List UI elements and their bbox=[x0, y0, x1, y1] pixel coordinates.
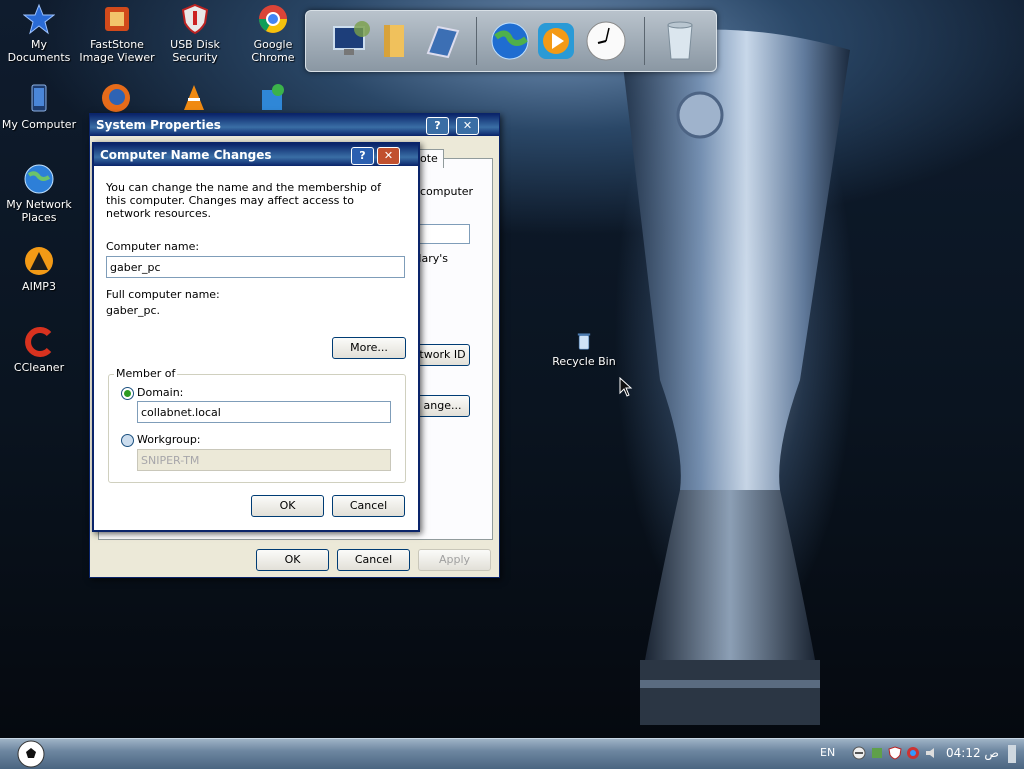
more-button[interactable]: More... bbox=[332, 337, 406, 359]
recycle-bin-icon bbox=[577, 333, 591, 350]
cancel-button[interactable]: Cancel bbox=[332, 495, 405, 517]
trophy-wallpaper-image bbox=[620, 29, 850, 725]
firefox-icon[interactable] bbox=[100, 82, 132, 114]
desktop-icon-label: USB Disk Security bbox=[170, 38, 220, 64]
desktop-icon-my-computer[interactable]: My Computer bbox=[0, 83, 78, 131]
desktop-icon-aimp3[interactable]: AIMP3 bbox=[0, 245, 78, 293]
globe-icon bbox=[24, 164, 54, 194]
computer-name-changes-dialog: Computer Name Changes ? ✕ You can change… bbox=[92, 142, 420, 532]
domain-input[interactable]: collabnet.local bbox=[137, 401, 391, 423]
desktop-icon-my-documents[interactable]: My Documents bbox=[0, 3, 78, 64]
ccleaner-icon bbox=[25, 327, 52, 357]
shield-icon bbox=[181, 3, 209, 35]
network-id-button[interactable]: twork ID bbox=[415, 344, 470, 366]
full-computer-name-label: Full computer name: bbox=[106, 288, 220, 301]
dialog-title: Computer Name Changes bbox=[100, 148, 272, 162]
desktop-icon-label: My Network Places bbox=[6, 198, 72, 224]
language-indicator[interactable]: EN bbox=[820, 746, 835, 759]
workgroup-radio[interactable] bbox=[121, 434, 134, 447]
media-player-icon[interactable] bbox=[534, 19, 578, 63]
cancel-button[interactable]: Cancel bbox=[337, 549, 410, 571]
full-computer-name-value: gaber_pc. bbox=[106, 304, 161, 317]
workgroup-input[interactable]: SNIPER-TM bbox=[137, 449, 391, 471]
member-of-label: Member of bbox=[114, 367, 178, 380]
desktop-icon-faststone[interactable]: FastStone Image Viewer bbox=[78, 3, 156, 64]
taskbar: EN 04:12 ص bbox=[0, 738, 1024, 769]
desktop-icon-usb-disk-security[interactable]: USB Disk Security bbox=[156, 3, 234, 64]
desktop-icon-google-chrome[interactable]: Google Chrome bbox=[234, 3, 312, 64]
description-fragment: computer bbox=[420, 185, 474, 198]
clock-time: 04:12 bbox=[946, 746, 981, 760]
domain-radio[interactable] bbox=[121, 387, 134, 400]
dialog-titlebar[interactable]: Computer Name Changes ? ✕ bbox=[94, 144, 418, 166]
desktop-icon-label: FastStone Image Viewer bbox=[79, 38, 155, 64]
trash-icon[interactable] bbox=[658, 19, 702, 63]
desktop-icon-label: My Documents bbox=[7, 38, 71, 64]
clock-icon[interactable] bbox=[584, 19, 628, 63]
window-title: System Properties bbox=[96, 118, 221, 132]
clock-suffix: ص bbox=[984, 746, 999, 760]
globe-icon[interactable] bbox=[488, 19, 532, 63]
vlc-icon[interactable] bbox=[178, 82, 210, 114]
volume-icon[interactable] bbox=[924, 746, 938, 760]
display-icon[interactable] bbox=[420, 19, 464, 63]
start-button-soccer-ball-icon[interactable] bbox=[16, 739, 46, 769]
dock-bar bbox=[305, 10, 717, 72]
dialog-description: You can change the name and the membersh… bbox=[106, 181, 381, 220]
domain-label: Domain: bbox=[137, 386, 184, 399]
computer-icon[interactable] bbox=[328, 19, 372, 63]
system-properties-titlebar[interactable]: System Properties ? ✕ bbox=[90, 114, 499, 136]
close-button[interactable]: ✕ bbox=[377, 147, 400, 165]
desktop-icon-recycle-bin[interactable]: Recycle Bin bbox=[545, 330, 623, 368]
desktop-icon-label: Recycle Bin bbox=[552, 355, 616, 368]
antivirus-tray-icon[interactable] bbox=[906, 746, 920, 760]
status-icon[interactable] bbox=[852, 746, 866, 760]
computer-icon bbox=[31, 84, 47, 112]
shortcut-icon[interactable] bbox=[256, 82, 288, 114]
desktop-icon-label: My Computer bbox=[1, 118, 77, 131]
mouse-cursor-icon bbox=[619, 377, 633, 397]
faststone-icon bbox=[105, 7, 129, 31]
folder-icon[interactable] bbox=[374, 19, 418, 63]
apply-button[interactable]: Apply bbox=[418, 549, 491, 571]
show-desktop-icon[interactable] bbox=[1006, 745, 1018, 763]
star-icon bbox=[23, 3, 55, 35]
dock-separator bbox=[476, 17, 477, 65]
computer-name-label: Computer name: bbox=[106, 240, 200, 253]
desktop-icon-label: Google Chrome bbox=[251, 38, 295, 64]
desktop-icon-ccleaner[interactable]: CCleaner bbox=[0, 326, 78, 374]
ok-button[interactable]: OK bbox=[251, 495, 324, 517]
system-tray: EN 04:12 ص bbox=[794, 739, 1024, 769]
help-button[interactable]: ? bbox=[426, 117, 449, 135]
help-button[interactable]: ? bbox=[351, 147, 374, 165]
network-icon[interactable] bbox=[870, 746, 884, 760]
workgroup-label: Workgroup: bbox=[137, 433, 201, 446]
close-button[interactable]: ✕ bbox=[456, 117, 479, 135]
clock[interactable]: 04:12 ص bbox=[946, 746, 999, 760]
dock-separator bbox=[644, 17, 645, 65]
ok-button[interactable]: OK bbox=[256, 549, 329, 571]
desktop-icon-my-network-places[interactable]: My Network Places bbox=[0, 163, 78, 224]
desktop-icon-label: AIMP3 bbox=[22, 280, 56, 293]
chrome-icon bbox=[259, 5, 287, 33]
usb-security-tray-icon[interactable] bbox=[888, 746, 902, 760]
change-button[interactable]: ange... bbox=[415, 395, 470, 417]
aimp-icon bbox=[25, 247, 53, 275]
desktop-icon-label: CCleaner bbox=[13, 361, 65, 374]
computer-name-input[interactable]: gaber_pc bbox=[106, 256, 405, 278]
